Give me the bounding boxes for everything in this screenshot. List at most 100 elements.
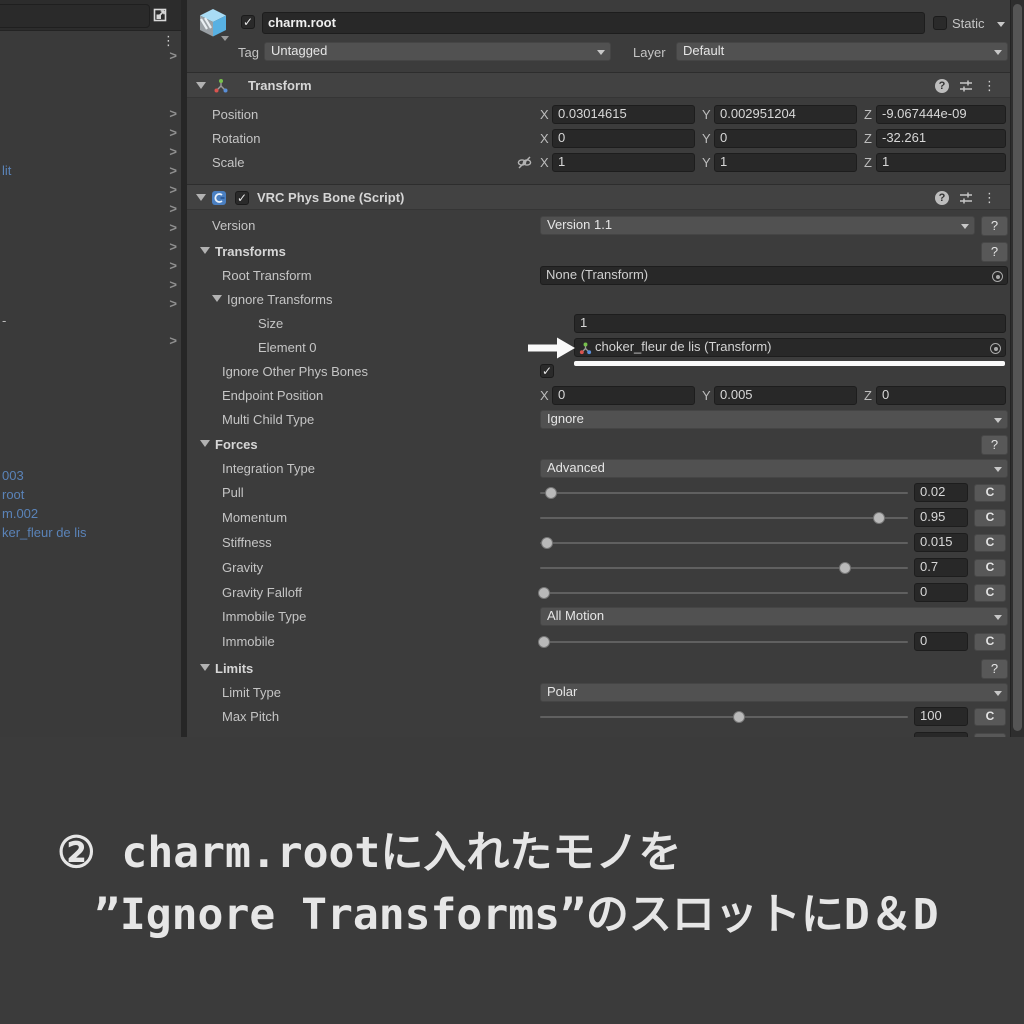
endpoint-y-field[interactable]: 0.005	[714, 386, 857, 405]
help-button[interactable]: ?	[981, 435, 1008, 455]
help-icon[interactable]: ?	[935, 191, 949, 205]
expand-chevron-icon[interactable]: >	[169, 277, 177, 292]
more-icon[interactable]: ⋮	[983, 191, 996, 205]
slider-handle[interactable]	[545, 487, 558, 499]
foldout-icon[interactable]	[200, 664, 210, 671]
version-dropdown[interactable]: Version 1.1	[540, 216, 975, 235]
position-x-field[interactable]: 0.03014615	[552, 105, 695, 124]
name-input[interactable]: charm.root	[262, 12, 925, 34]
max-pitch-value-field[interactable]: 100	[914, 707, 968, 726]
endpoint-x-field[interactable]: 0	[552, 386, 695, 405]
hierarchy-item[interactable]: 003	[2, 468, 24, 483]
scale-y-field[interactable]: 1	[714, 153, 857, 172]
object-picker-icon[interactable]	[990, 343, 1001, 354]
expand-chevron-icon[interactable]: >	[169, 144, 177, 159]
curve-button[interactable]: C	[974, 559, 1006, 577]
presets-icon[interactable]	[959, 191, 973, 205]
curve-button[interactable]	[974, 733, 1006, 737]
foldout-icon[interactable]	[196, 82, 206, 89]
hierarchy-item[interactable]: ker_fleur de lis	[2, 525, 87, 540]
hierarchy-item[interactable]: m.002	[2, 506, 38, 521]
help-button[interactable]: ?	[981, 242, 1008, 262]
expand-chevron-icon[interactable]: >	[169, 163, 177, 178]
position-y-field[interactable]: 0.002951204	[714, 105, 857, 124]
stiffness-slider[interactable]	[540, 537, 908, 549]
layer-dropdown[interactable]: Default	[676, 42, 1008, 61]
tag-dropdown[interactable]: Untagged	[264, 42, 611, 61]
slider-handle[interactable]	[839, 562, 852, 574]
help-button[interactable]: ?	[981, 659, 1008, 679]
foldout-icon[interactable]	[212, 295, 222, 302]
rotation-y-field[interactable]: 0	[714, 129, 857, 148]
expand-chevron-icon[interactable]: >	[169, 125, 177, 140]
expand-chevron-icon[interactable]: >	[169, 258, 177, 273]
active-checkbox[interactable]: ✓	[241, 15, 255, 29]
gravity-value-field[interactable]: 0.7	[914, 558, 968, 577]
foldout-icon[interactable]	[200, 440, 210, 447]
link-broken-icon[interactable]	[517, 155, 532, 170]
inspector-scrollbar[interactable]	[1010, 0, 1024, 737]
hierarchy-item[interactable]: root	[2, 487, 24, 502]
component-enabled-checkbox[interactable]: ✓	[235, 191, 249, 205]
expand-chevron-icon[interactable]: >	[169, 201, 177, 216]
rotation-x-field[interactable]: 0	[552, 129, 695, 148]
gravity-falloff-slider[interactable]	[537, 587, 908, 599]
integration-dropdown[interactable]: Advanced	[540, 459, 1008, 478]
slider-handle[interactable]	[537, 587, 550, 599]
hierarchy-item[interactable]: -	[2, 313, 6, 328]
root-transform-object-field[interactable]: None (Transform)	[540, 266, 1008, 285]
foldout-icon[interactable]	[200, 247, 210, 254]
pull-slider[interactable]	[540, 487, 908, 499]
static-dropdown-icon[interactable]	[997, 22, 1005, 27]
foldout-icon[interactable]	[196, 194, 206, 201]
expand-chevron-icon[interactable]: >	[169, 333, 177, 348]
object-picker-icon[interactable]	[992, 271, 1003, 282]
clipped-value-field[interactable]	[914, 732, 968, 737]
more-icon[interactable]: ⋮	[983, 79, 996, 93]
stiffness-value-field[interactable]: 0.015	[914, 533, 968, 552]
curve-button[interactable]: C	[974, 708, 1006, 726]
transform-header[interactable]: Transform ? ⋮	[187, 72, 1010, 98]
presets-icon[interactable]	[959, 79, 973, 93]
physbone-header[interactable]: ✓ VRC Phys Bone (Script) ? ⋮	[187, 184, 1010, 210]
expand-chevron-icon[interactable]: >	[169, 182, 177, 197]
max-pitch-slider[interactable]	[540, 711, 908, 723]
gravity-slider[interactable]	[540, 562, 908, 574]
expand-chevron-icon[interactable]: >	[169, 106, 177, 121]
immobile-type-dropdown[interactable]: All Motion	[540, 607, 1008, 626]
expand-chevron-icon[interactable]: >	[169, 296, 177, 311]
size-field[interactable]: 1	[574, 314, 1006, 333]
limit-type-dropdown[interactable]: Polar	[540, 683, 1008, 702]
curve-button[interactable]: C	[974, 484, 1006, 502]
element0-object-field[interactable]: choker_fleur de lis (Transform)	[574, 338, 1006, 357]
curve-button[interactable]: C	[974, 534, 1006, 552]
curve-button[interactable]: C	[974, 584, 1006, 602]
momentum-value-field[interactable]: 0.95	[914, 508, 968, 527]
curve-button[interactable]: C	[974, 509, 1006, 527]
scrollbar-thumb[interactable]	[1013, 4, 1022, 731]
static-checkbox[interactable]	[933, 16, 947, 30]
multi-child-dropdown[interactable]: Ignore	[540, 410, 1008, 429]
expand-chevron-icon[interactable]: >	[169, 239, 177, 254]
ignore-other-checkbox[interactable]: ✓	[540, 364, 554, 378]
slider-handle[interactable]	[537, 636, 550, 648]
pull-value-field[interactable]: 0.02	[914, 483, 968, 502]
immobile-value-field[interactable]: 0	[914, 632, 968, 651]
momentum-slider[interactable]	[540, 512, 908, 524]
help-button[interactable]: ?	[981, 216, 1008, 236]
more-icon[interactable]: ⋮	[162, 34, 175, 48]
endpoint-z-field[interactable]: 0	[876, 386, 1006, 405]
immobile-slider[interactable]	[537, 636, 908, 648]
expand-chevron-icon[interactable]: >	[169, 220, 177, 235]
maximize-icon[interactable]	[151, 6, 169, 24]
slider-handle[interactable]	[732, 711, 745, 723]
curve-button[interactable]: C	[974, 633, 1006, 651]
scale-z-field[interactable]: 1	[876, 153, 1006, 172]
search-field[interactable]	[0, 4, 150, 28]
slider-handle[interactable]	[541, 537, 554, 549]
gameobject-cube-icon[interactable]	[195, 5, 231, 41]
help-icon[interactable]: ?	[935, 79, 949, 93]
gravity-falloff-value-field[interactable]: 0	[914, 583, 968, 602]
rotation-z-field[interactable]: -32.261	[876, 129, 1006, 148]
scale-x-field[interactable]: 1	[552, 153, 695, 172]
